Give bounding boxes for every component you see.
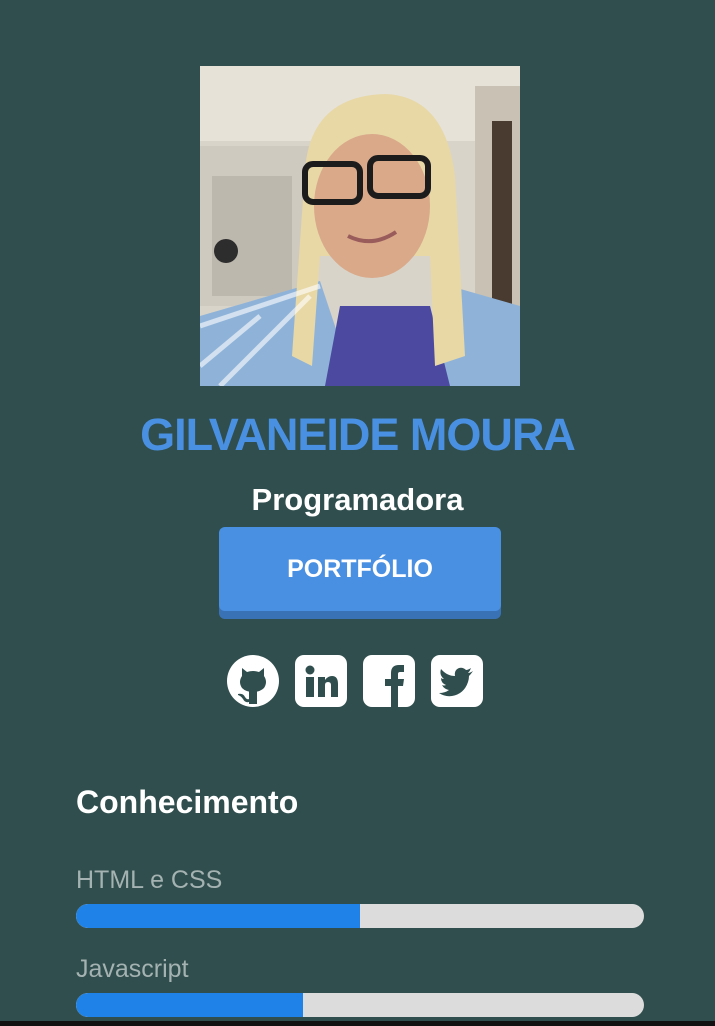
skill-bar-fill (76, 993, 304, 1017)
linkedin-icon[interactable] (294, 654, 348, 708)
social-links (226, 654, 484, 708)
github-icon[interactable] (226, 654, 280, 708)
profile-role: Programadora (251, 482, 464, 517)
profile-photo (200, 66, 520, 386)
skill-bar-fill (76, 904, 360, 928)
facebook-icon[interactable] (362, 654, 416, 708)
skill-bar-javascript (76, 993, 644, 1017)
skill-label-html-css: HTML e CSS (76, 866, 223, 894)
skill-bar-html-css (76, 904, 644, 928)
bottom-edge (0, 1021, 715, 1026)
profile-name: GILVANEIDE MOURA (140, 409, 576, 460)
skill-label-javascript: Javascript (76, 955, 189, 983)
knowledge-title: Conhecimento (76, 784, 299, 820)
portfolio-button[interactable]: PORTFÓLIO (219, 527, 501, 611)
twitter-icon[interactable] (430, 654, 484, 708)
